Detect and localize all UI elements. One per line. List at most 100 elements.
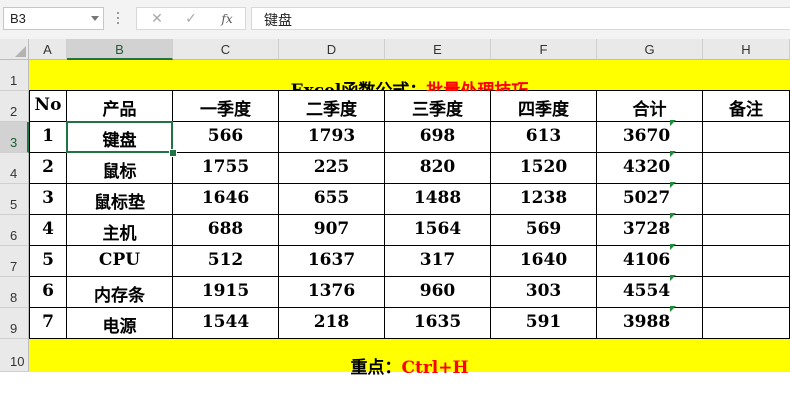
row-header-7[interactable]: 7 bbox=[0, 246, 29, 277]
table-cell[interactable]: 2 bbox=[29, 153, 67, 184]
row-header-6[interactable]: 6 bbox=[0, 215, 29, 246]
row-header-2[interactable]: 2 bbox=[0, 91, 29, 122]
header-cell[interactable]: No bbox=[29, 91, 67, 122]
row-header-3[interactable]: 3 bbox=[0, 122, 29, 153]
table-cell[interactable]: 1635 bbox=[385, 308, 491, 339]
header-cell[interactable]: 一季度 bbox=[173, 91, 279, 122]
table-cell[interactable]: 3670 bbox=[597, 120, 703, 153]
table-cell[interactable]: 218 bbox=[279, 308, 385, 339]
table-cell[interactable] bbox=[703, 215, 790, 246]
error-indicator-icon[interactable] bbox=[670, 151, 677, 177]
table-cell[interactable]: 1520 bbox=[491, 153, 597, 184]
table-cell[interactable]: 1238 bbox=[491, 184, 597, 215]
table-cell[interactable]: 1488 bbox=[385, 184, 491, 215]
header-cell[interactable]: 四季度 bbox=[491, 91, 597, 122]
table-cell[interactable]: 鼠标垫 bbox=[67, 184, 173, 215]
header-cell[interactable]: 合计 bbox=[597, 91, 703, 122]
table-cell[interactable]: 4554 bbox=[597, 275, 703, 308]
error-indicator-icon[interactable] bbox=[670, 275, 677, 301]
table-cell[interactable]: 1793 bbox=[279, 122, 385, 153]
table-cell[interactable]: 1544 bbox=[173, 308, 279, 339]
row-header-10[interactable]: 10 bbox=[0, 339, 29, 372]
header-cell[interactable]: 备注 bbox=[703, 91, 790, 122]
table-cell[interactable]: 4320 bbox=[597, 151, 703, 184]
column-header-e[interactable]: E bbox=[385, 39, 491, 60]
table-cell[interactable]: 569 bbox=[491, 215, 597, 246]
table-cell[interactable]: 1 bbox=[29, 122, 67, 153]
table-cell[interactable]: 655 bbox=[279, 184, 385, 215]
table-cell[interactable]: 7 bbox=[29, 308, 67, 339]
column-header-b[interactable]: B bbox=[67, 39, 173, 60]
table-cell[interactable]: 1640 bbox=[491, 246, 597, 277]
table-cell[interactable]: 303 bbox=[491, 277, 597, 308]
table-cell[interactable]: 5027 bbox=[597, 182, 703, 215]
table-cell[interactable]: 6 bbox=[29, 277, 67, 308]
table-cell[interactable] bbox=[703, 153, 790, 184]
header-cell[interactable]: 二季度 bbox=[279, 91, 385, 122]
table-cell[interactable]: 225 bbox=[279, 153, 385, 184]
table-cell[interactable]: 907 bbox=[279, 215, 385, 246]
table-cell[interactable] bbox=[703, 277, 790, 308]
header-cell[interactable]: 产品 bbox=[67, 91, 173, 122]
active-cell-outline[interactable] bbox=[66, 121, 173, 153]
table-cell[interactable]: 698 bbox=[385, 122, 491, 153]
table-cell[interactable]: 3988 bbox=[597, 306, 703, 339]
row-header-5[interactable]: 5 bbox=[0, 184, 29, 215]
table-cell[interactable] bbox=[703, 122, 790, 153]
table-cell[interactable]: 3728 bbox=[597, 213, 703, 246]
column-header-d[interactable]: D bbox=[279, 39, 385, 60]
sheet-title[interactable]: Excel函数公式：批量处理技巧 bbox=[29, 60, 790, 101]
table-cell[interactable]: 1755 bbox=[173, 153, 279, 184]
error-indicator-icon[interactable] bbox=[670, 213, 677, 239]
row-header-4[interactable]: 4 bbox=[0, 153, 29, 184]
table-cell[interactable]: 1564 bbox=[385, 215, 491, 246]
error-indicator-icon[interactable] bbox=[670, 306, 677, 332]
table-cell[interactable]: CPU bbox=[67, 246, 173, 277]
formula-input[interactable]: 键盘 bbox=[251, 7, 790, 30]
table-cell[interactable]: 1915 bbox=[173, 277, 279, 308]
table-cell[interactable]: 4 bbox=[29, 215, 67, 246]
select-all-button[interactable] bbox=[0, 39, 29, 60]
column-header-c[interactable]: C bbox=[173, 39, 279, 60]
table-cell[interactable]: 1376 bbox=[279, 277, 385, 308]
table-cell[interactable]: 566 bbox=[173, 122, 279, 153]
note-row[interactable]: 重点：Ctrl+H bbox=[29, 339, 790, 378]
table-cell[interactable]: 820 bbox=[385, 153, 491, 184]
table-cell[interactable]: 4106 bbox=[597, 244, 703, 277]
table-cell[interactable]: 3 bbox=[29, 184, 67, 215]
table-cell[interactable]: 317 bbox=[385, 246, 491, 277]
table-cell[interactable]: 688 bbox=[173, 215, 279, 246]
error-indicator-icon[interactable] bbox=[670, 244, 677, 270]
table-cell[interactable] bbox=[703, 246, 790, 277]
cancel-icon[interactable]: ✕ bbox=[145, 10, 169, 28]
error-indicator-icon[interactable] bbox=[670, 120, 677, 146]
table-cell[interactable]: 5 bbox=[29, 246, 67, 277]
table-cell[interactable]: 512 bbox=[173, 246, 279, 277]
table-cell[interactable]: 960 bbox=[385, 277, 491, 308]
column-header-f[interactable]: F bbox=[491, 39, 597, 60]
enter-icon[interactable]: ✓ bbox=[179, 10, 203, 28]
table-cell[interactable]: 鼠标 bbox=[67, 153, 173, 184]
table-cell[interactable]: 1646 bbox=[173, 184, 279, 215]
insert-function-icon[interactable]: fx bbox=[215, 10, 239, 28]
error-indicator-icon[interactable] bbox=[670, 182, 677, 208]
column-header-h[interactable]: H bbox=[703, 39, 790, 60]
table-cell[interactable]: 613 bbox=[491, 122, 597, 153]
table-cell[interactable]: 电源 bbox=[67, 308, 173, 339]
table-cell[interactable]: 591 bbox=[491, 308, 597, 339]
row-header-8[interactable]: 8 bbox=[0, 277, 29, 308]
table-cell[interactable] bbox=[703, 308, 790, 339]
table-cell[interactable]: 1637 bbox=[279, 246, 385, 277]
chevron-down-icon[interactable] bbox=[91, 16, 99, 21]
header-cell[interactable]: 三季度 bbox=[385, 91, 491, 122]
name-box[interactable]: B3 bbox=[3, 7, 104, 30]
table-cell[interactable]: 主机 bbox=[67, 215, 173, 246]
row-header-9[interactable]: 9 bbox=[0, 308, 29, 339]
column-header-g[interactable]: G bbox=[597, 39, 703, 60]
fill-handle[interactable] bbox=[169, 149, 177, 157]
column-header-a[interactable]: A bbox=[29, 39, 67, 60]
drag-handle-icon[interactable] bbox=[117, 12, 119, 26]
table-cell[interactable]: 内存条 bbox=[67, 277, 173, 308]
table-cell[interactable] bbox=[703, 184, 790, 215]
row-header-1[interactable]: 1 bbox=[0, 60, 29, 91]
